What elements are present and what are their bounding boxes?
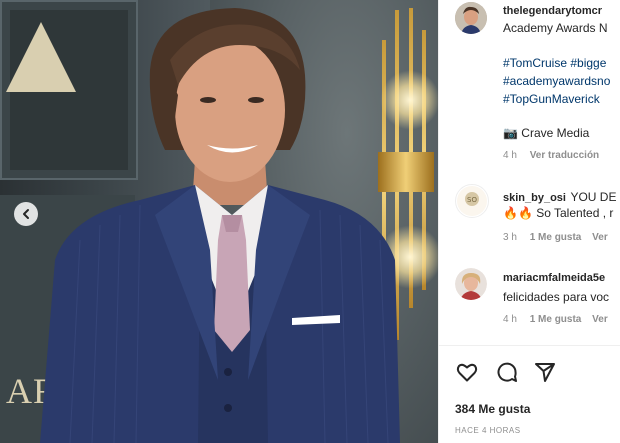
- comment-1-text-2: 🔥🔥 So Talented , r: [503, 206, 614, 220]
- post-caption: Academy Awards N: [503, 21, 608, 35]
- comment-2-text: felicidades para voc: [503, 290, 610, 304]
- comment-2-time: 4 h: [503, 314, 517, 325]
- photo-credit: 📷 Crave Media: [503, 126, 589, 140]
- hashtag-line-3[interactable]: #TopGunMaverick: [503, 92, 600, 106]
- hashtag-line-2[interactable]: #academyawardsno: [503, 74, 610, 88]
- comment-1-likes[interactable]: 1 Me gusta: [530, 232, 582, 243]
- post-meta: 4 h Ver traducción: [503, 150, 599, 161]
- author-avatar[interactable]: [455, 2, 487, 34]
- comment-2-likes[interactable]: 1 Me gusta: [530, 314, 582, 325]
- chevron-left-icon: [23, 209, 29, 219]
- carousel-prev-button[interactable]: [14, 202, 38, 226]
- comment-avatar[interactable]: SO: [455, 184, 489, 218]
- comment-1-meta: 3 h 1 Me gusta Ver: [503, 232, 608, 243]
- author-username[interactable]: thelegendarytomcr: [503, 5, 602, 17]
- comment-avatar[interactable]: [455, 268, 487, 300]
- comment-1-reply[interactable]: Ver: [592, 232, 608, 243]
- svg-text:SO: SO: [467, 196, 477, 204]
- photo-credit-text: Crave Media: [521, 126, 590, 140]
- comment-1-line-1: skin_by_osi YOU DE: [503, 188, 616, 206]
- comment-1-username[interactable]: skin_by_osi: [503, 192, 566, 204]
- comment-1-text: YOU DE: [570, 190, 617, 204]
- person-figure: [40, 8, 400, 443]
- post-time-ago: HACE 4 HORAS: [455, 426, 521, 435]
- post-side-panel: thelegendarytomcr Academy Awards N #TomC…: [438, 0, 620, 443]
- comment-1-time: 3 h: [503, 232, 517, 243]
- hashtag-line-1[interactable]: #TomCruise #bigge: [503, 56, 606, 70]
- comment-2-reply[interactable]: Ver: [592, 314, 608, 325]
- share-icon[interactable]: [533, 360, 557, 384]
- like-count[interactable]: 384 Me gusta: [455, 402, 530, 416]
- translate-link[interactable]: Ver traducción: [530, 150, 599, 161]
- comment-2-meta: 4 h 1 Me gusta Ver: [503, 314, 608, 325]
- heart-icon[interactable]: [455, 360, 479, 384]
- post-photo[interactable]: ARS: [0, 0, 438, 443]
- comment-icon[interactable]: [495, 360, 519, 384]
- camera-icon: 📷: [503, 126, 518, 140]
- post-time: 4 h: [503, 150, 517, 161]
- comment-2-username[interactable]: mariacmfalmeida5e: [503, 272, 605, 284]
- divider: [439, 345, 620, 346]
